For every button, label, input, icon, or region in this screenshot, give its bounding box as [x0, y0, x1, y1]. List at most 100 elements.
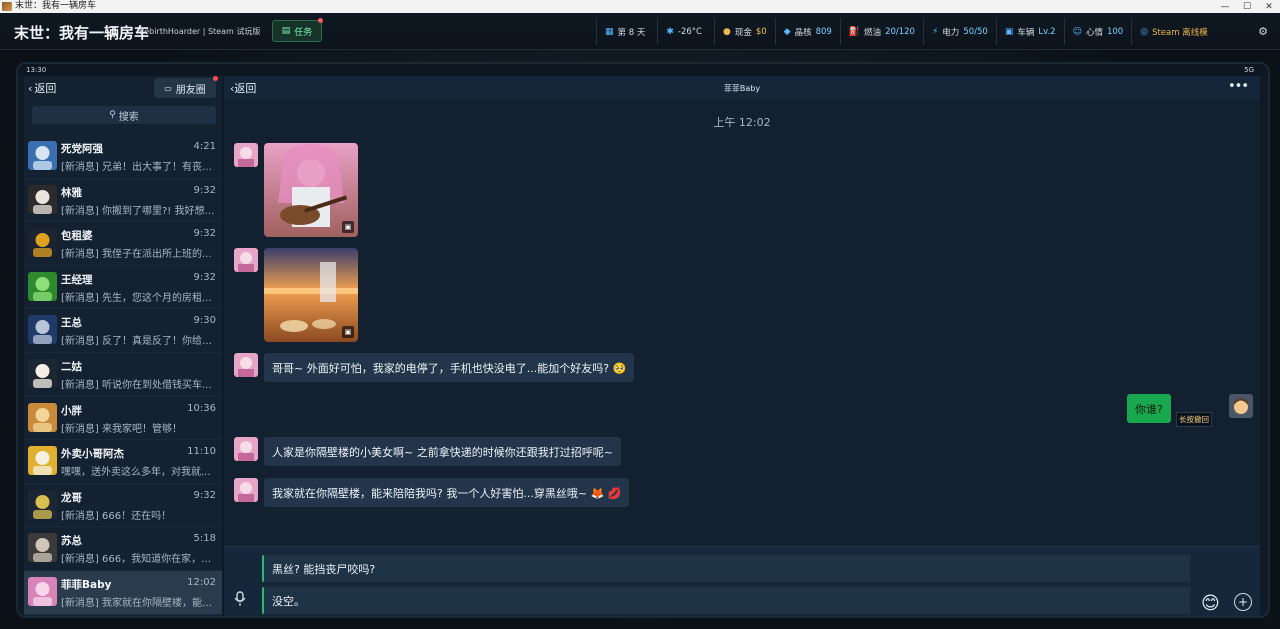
stat-diamond: ◆ 晶核 809: [774, 18, 840, 45]
game-title: 末世：我有一辆房车: [14, 24, 150, 42]
contact-item[interactable]: 小胖 10:36 [新消息] 来我家吧！管够！: [24, 397, 222, 441]
contact-preview: [新消息] 听说你在到处借钱买车...: [61, 379, 212, 391]
incoming-message[interactable]: 人家是你隔壁楼的小美女啊~ 之前拿快递的时候你还跟我打过招呼呢~: [264, 437, 621, 466]
contact-time: 9:32: [193, 184, 216, 196]
close-button[interactable]: ✕: [1258, 0, 1280, 13]
contact-name: 外卖小哥阿杰: [61, 448, 124, 461]
contact-item[interactable]: 龙哥 9:32 [新消息] 666！还在吗！: [24, 484, 222, 528]
contact-name: 小胖: [61, 404, 82, 417]
status-time: 13:30: [26, 66, 47, 74]
vehicle-icon: ▣: [1004, 26, 1014, 37]
avatar: [28, 358, 57, 388]
avatar: [28, 489, 57, 519]
avatar: [28, 184, 57, 214]
calendar-icon: ▦: [605, 26, 614, 37]
contact-time: 9:32: [193, 228, 216, 240]
contact-time: 4:21: [193, 141, 216, 152]
incoming-message[interactable]: 哥哥~ 外面好可怕，我家的电停了，手机也快没电了...能加个好友吗? 🥺: [264, 353, 635, 382]
stat-coin: ● 现金 $0: [713, 18, 775, 45]
reply-option[interactable]: 没空。: [262, 587, 1190, 614]
snowflake-icon: ✱: [666, 26, 674, 37]
window-titlebar: 末世：我有一辆房车 — ☐ ✕: [0, 0, 1280, 13]
search-box[interactable]: ⚲ 搜索: [32, 106, 216, 124]
maximize-button[interactable]: ☐: [1236, 0, 1258, 13]
contact-item[interactable]: 包租婆 9:32 [新消息] 我侄子在派出所上班的...: [24, 222, 222, 266]
sender-avatar[interactable]: [234, 143, 258, 167]
image-message[interactable]: ▣: [264, 248, 358, 342]
stat-vehicle: ▣ 车辆 Lv.2: [995, 18, 1064, 45]
stat-label: 车辆: [1017, 27, 1035, 38]
steam-icon: ◎: [1140, 26, 1149, 37]
avatar: [28, 446, 57, 476]
contact-item[interactable]: 林雅 9:32 [新消息] 你搬到了哪里?! 我好想你...: [24, 179, 222, 223]
outgoing-message[interactable]: 你谁?: [1127, 394, 1171, 423]
avatar: [28, 228, 57, 258]
emoji-icon[interactable]: 😊: [1201, 593, 1220, 614]
contact-item[interactable]: 外卖小哥阿杰 11:10 嘿嘿，送外卖这么多年，对我就...: [24, 440, 222, 484]
contact-name: 二姑: [61, 360, 82, 373]
game-subtitle: RebirthHoarder | Steam 试玩版: [139, 27, 261, 36]
contact-time: 5:18: [193, 533, 216, 545]
stat-label: 心情: [1085, 27, 1103, 38]
contact-time: 10:36: [187, 402, 216, 414]
sender-avatar[interactable]: [234, 353, 258, 377]
search-icon: ⚲: [109, 110, 116, 120]
contact-list: 死党阿强 4:21 [新消息] 兄弟！出大事了！有丧尸... 林雅 9:32 [新消息] …: [24, 135, 222, 615]
gear-icon[interactable]: ⚙: [1258, 25, 1268, 38]
task-button[interactable]: ▤ 任务: [272, 18, 323, 42]
save-icon[interactable]: ▣: [342, 221, 354, 233]
contact-name: 龙哥: [61, 491, 82, 504]
contact-time: 9:32: [193, 271, 216, 283]
contact-item[interactable]: 王经理 9:32 [新消息] 先生，您这个月的房租...: [24, 266, 222, 310]
contacts-sidebar: ‹ 返回 ▭ 朋友圈 ⚲ 搜索 死党阿强 4:21 [新消息] 兄弟！出大事了！有丧…: [24, 76, 222, 616]
task-label: 任务: [294, 27, 313, 38]
time-divider: 上午 12:02: [713, 116, 771, 129]
moments-button[interactable]: ▭ 朋友圈: [154, 76, 218, 98]
contact-item[interactable]: 王总 9:30 [新消息] 反了！真是反了！你给我...: [24, 309, 222, 353]
chat-title: 菲菲Baby: [723, 84, 761, 93]
contact-item[interactable]: 死党阿强 4:21 [新消息] 兄弟！出大事了！有丧尸...: [24, 135, 222, 179]
contact-preview: [新消息] 来我家吧！管够！: [61, 423, 182, 435]
coin-icon: ●: [722, 26, 731, 37]
contact-name: 包租婆: [61, 230, 93, 243]
notification-dot: [318, 18, 323, 23]
sidebar-back-button[interactable]: ‹ 返回: [28, 80, 56, 96]
app-icon: [2, 2, 12, 11]
image-message[interactable]: ▣: [264, 143, 358, 237]
stat-value: 100: [1106, 26, 1124, 37]
stat-value: $0: [755, 26, 767, 37]
reply-option[interactable]: 黑丝? 能挡丧尸咬吗?: [262, 555, 1190, 582]
incoming-message[interactable]: 我家就在你隔壁楼，能来陪陪我吗? 我一个人好害怕...穿黑丝哦~ 🦊 💋: [264, 478, 630, 507]
reply-area: 黑丝? 能挡丧尸咬吗? 没空。 😊 +: [224, 546, 1260, 616]
contact-preview: [新消息] 我侄子在派出所上班的...: [61, 249, 212, 261]
contact-item[interactable]: 苏总 5:18 [新消息] 666，我知道你在家，快...: [24, 527, 222, 571]
contact-item[interactable]: 二姑 [新消息] 听说你在到处借钱买车...: [24, 353, 222, 397]
stat-steam[interactable]: ◎ Steam 离线模: [1131, 18, 1220, 45]
minimize-button[interactable]: —: [1214, 0, 1236, 13]
avatar: [28, 402, 57, 432]
contact-item[interactable]: 菲菲Baby 12:02 [新消息] 我家就在你隔壁楼，能来...: [24, 570, 222, 615]
save-icon[interactable]: ▣: [342, 326, 354, 338]
microphone-icon[interactable]: [234, 591, 246, 611]
sender-avatar[interactable]: [234, 478, 258, 502]
contact-time: 9:30: [193, 315, 216, 327]
avatar: [28, 533, 57, 563]
contact-time: 9:32: [193, 489, 216, 501]
chevron-left-icon: ‹: [28, 81, 33, 95]
contact-preview: [新消息] 666，我知道你在家，快...: [61, 554, 217, 566]
diamond-icon: ◆: [783, 26, 791, 37]
stats-bar: ▦ 第 8 天 ✱ -26°C ● 现金 $0 ◆ 晶核 809 ⛽ 燃油 20/120 ⚡ 电力 50/50…: [596, 18, 1220, 45]
sender-avatar[interactable]: [234, 248, 258, 272]
game-hud: 末世：我有一辆房车 RebirthHoarder | Steam 试玩版 ▤ 任…: [0, 13, 1280, 50]
plus-icon[interactable]: +: [1234, 593, 1252, 611]
contact-name: 林雅: [61, 186, 82, 199]
stat-value: 50/50: [963, 26, 988, 37]
my-avatar[interactable]: [1229, 394, 1253, 418]
sender-avatar[interactable]: [234, 437, 258, 461]
stat-label: 电力: [942, 27, 960, 38]
contact-preview: 嘿嘿，送外卖这么多年，对我就...: [61, 467, 211, 479]
stat-label: 现金: [734, 27, 752, 38]
avatar: [28, 271, 57, 301]
signal-indicator: 5G: [1244, 66, 1254, 74]
more-options-icon[interactable]: •••: [1228, 79, 1249, 94]
